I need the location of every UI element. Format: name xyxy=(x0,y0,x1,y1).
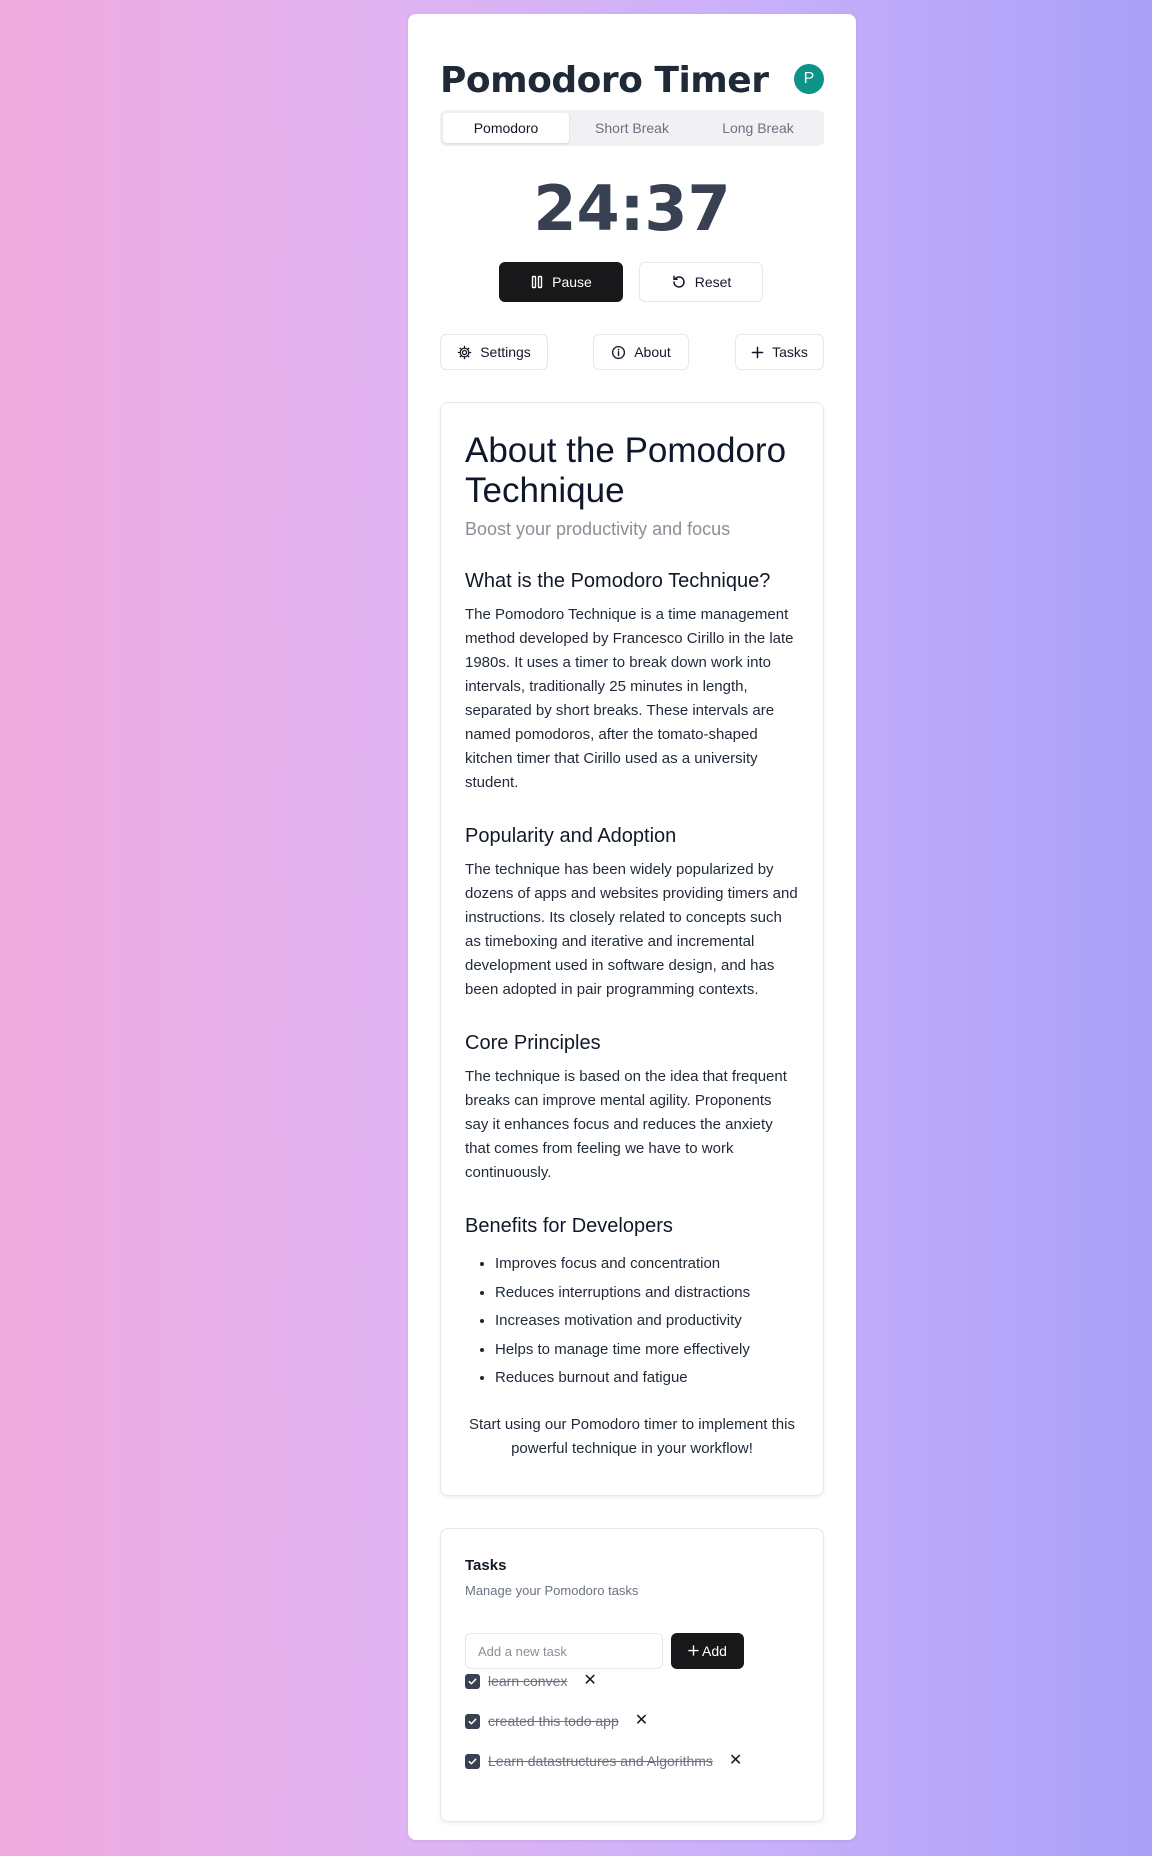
task-text: Learn datastructures and Algorithms xyxy=(488,1753,713,1769)
tasks-button[interactable]: Tasks xyxy=(735,334,824,370)
about-title: About the Pomodoro Technique xyxy=(465,431,787,510)
benefits-list: Improves focus and concentration Reduces… xyxy=(465,1250,799,1393)
user-avatar[interactable]: P xyxy=(794,64,824,94)
check-icon xyxy=(468,1717,477,1725)
close-icon[interactable]: ✕ xyxy=(583,1669,596,1693)
task-checkbox[interactable] xyxy=(465,1753,480,1769)
section-body: The technique is based on the idea that … xyxy=(465,1068,787,1181)
new-task-input[interactable] xyxy=(465,1633,663,1669)
plus-icon xyxy=(688,1643,699,1659)
about-label: About xyxy=(634,344,671,360)
task-item: Learn datastructures and Algorithms ✕ xyxy=(465,1749,742,1773)
benefit-item: Reduces burnout and fatigue xyxy=(495,1364,799,1393)
pause-icon xyxy=(530,275,544,289)
tab-pomodoro[interactable]: Pomodoro xyxy=(443,113,569,143)
about-card: About the Pomodoro Technique Boost your … xyxy=(440,402,824,1496)
pause-label: Pause xyxy=(552,274,592,290)
app-header: Pomodoro Timer P xyxy=(440,48,824,101)
app-title: Pomodoro Timer xyxy=(440,60,769,101)
info-icon xyxy=(611,345,626,360)
tasks-label: Tasks xyxy=(772,344,808,360)
timer-display: 24:37 xyxy=(533,172,731,245)
benefit-item: Helps to manage time more effectively xyxy=(495,1336,799,1365)
section-heading: What is the Pomodoro Technique? xyxy=(465,570,771,592)
benefits-heading: Benefits for Developers xyxy=(465,1215,673,1237)
gear-icon xyxy=(457,345,472,360)
tasks-card: Tasks Manage your Pomodoro tasks Add lea… xyxy=(440,1528,824,1822)
pause-button[interactable]: Pause xyxy=(499,262,623,302)
settings-button[interactable]: Settings xyxy=(440,334,548,370)
timer-controls: Pause Reset xyxy=(499,262,763,302)
close-icon[interactable]: ✕ xyxy=(729,1749,742,1773)
section-body: The Pomodoro Technique is a time managem… xyxy=(465,606,794,791)
reset-button[interactable]: Reset xyxy=(639,262,763,302)
benefit-item: Increases motivation and productivity xyxy=(495,1307,799,1336)
mode-tabs: Pomodoro Short Break Long Break xyxy=(440,110,824,146)
tasks-title: Tasks xyxy=(465,1557,507,1574)
tasks-subtitle: Manage your Pomodoro tasks xyxy=(465,1583,639,1598)
benefit-item: Reduces interruptions and distractions xyxy=(495,1279,799,1308)
about-subtitle: Boost your productivity and focus xyxy=(465,519,731,539)
about-footer: Start using our Pomodoro timer to implem… xyxy=(469,1415,795,1457)
settings-label: Settings xyxy=(480,344,531,360)
check-icon xyxy=(468,1677,477,1685)
tab-long-break[interactable]: Long Break xyxy=(695,113,821,143)
task-checkbox[interactable] xyxy=(465,1713,480,1729)
add-task-button[interactable]: Add xyxy=(671,1633,744,1669)
reset-label: Reset xyxy=(694,274,732,290)
task-text: created this todo app xyxy=(488,1713,619,1729)
task-checkbox[interactable] xyxy=(465,1673,480,1689)
utility-buttons: Settings About Tasks xyxy=(440,334,824,370)
benefit-item: Improves focus and concentration xyxy=(495,1250,799,1279)
task-item: created this todo app ✕ xyxy=(465,1709,648,1733)
check-icon xyxy=(468,1757,477,1765)
task-text: learn convex xyxy=(488,1673,568,1689)
task-item: learn convex ✕ xyxy=(465,1669,597,1693)
pomodoro-app-card: Pomodoro Timer P Pomodoro Short Break Lo… xyxy=(408,14,856,1840)
about-button[interactable]: About xyxy=(593,334,689,370)
reset-icon xyxy=(671,274,687,290)
tab-short-break[interactable]: Short Break xyxy=(569,113,695,143)
add-label: Add xyxy=(702,1643,727,1659)
plus-icon xyxy=(751,346,764,359)
section-heading: Popularity and Adoption xyxy=(465,825,677,847)
section-body: The technique has been widely popularize… xyxy=(465,861,798,998)
section-heading: Core Principles xyxy=(465,1032,601,1054)
close-icon[interactable]: ✕ xyxy=(635,1709,648,1733)
